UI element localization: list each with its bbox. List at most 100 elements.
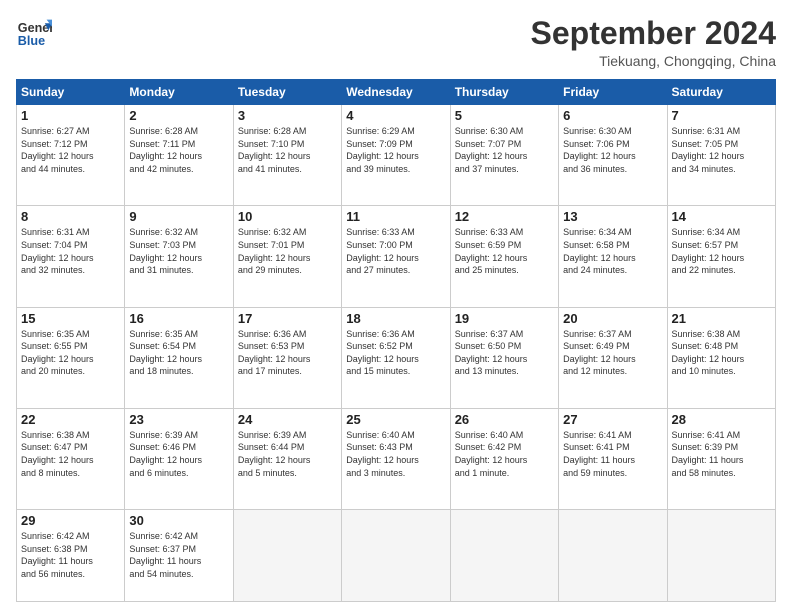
day-info: Sunrise: 6:39 AMSunset: 6:46 PMDaylight:… [129, 429, 228, 479]
day-number: 10 [238, 209, 337, 224]
table-row: 27Sunrise: 6:41 AMSunset: 6:41 PMDayligh… [559, 408, 667, 509]
table-row: 21 Sunrise: 6:38 AMSunset: 6:48 PMDayligh… [667, 307, 775, 408]
header: General Blue September 2024 Tiekuang, Ch… [16, 16, 776, 69]
table-row: 24Sunrise: 6:39 AMSunset: 6:44 PMDayligh… [233, 408, 341, 509]
page: General Blue September 2024 Tiekuang, Ch… [0, 0, 792, 612]
day-info: Sunrise: 6:28 AMSunset: 7:11 PMDaylight:… [129, 125, 228, 175]
table-row: 18 Sunrise: 6:36 AMSunset: 6:52 PMDayligh… [342, 307, 450, 408]
day-number: 13 [563, 209, 662, 224]
day-info: Sunrise: 6:29 AMSunset: 7:09 PMDaylight:… [346, 125, 445, 175]
col-wednesday: Wednesday [342, 80, 450, 105]
day-number: 7 [672, 108, 771, 123]
day-number: 6 [563, 108, 662, 123]
day-info: Sunrise: 6:30 AMSunset: 7:06 PMDaylight:… [563, 125, 662, 175]
day-info: Sunrise: 6:37 AMSunset: 6:49 PMDaylight:… [563, 328, 662, 378]
table-row: 14 Sunrise: 6:34 AMSunset: 6:57 PMDayligh… [667, 206, 775, 307]
table-row: 20 Sunrise: 6:37 AMSunset: 6:49 PMDayligh… [559, 307, 667, 408]
day-info: Sunrise: 6:34 AMSunset: 6:57 PMDaylight:… [672, 226, 771, 276]
col-tuesday: Tuesday [233, 80, 341, 105]
table-row: 28Sunrise: 6:41 AMSunset: 6:39 PMDayligh… [667, 408, 775, 509]
title-block: September 2024 Tiekuang, Chongqing, Chin… [531, 16, 776, 69]
day-info: Sunrise: 6:32 AMSunset: 7:01 PMDaylight:… [238, 226, 337, 276]
day-info: Sunrise: 6:35 AMSunset: 6:54 PMDaylight:… [129, 328, 228, 378]
week-row-3: 15Sunrise: 6:35 AMSunset: 6:55 PMDayligh… [17, 307, 776, 408]
day-number: 17 [238, 311, 337, 326]
day-info: Sunrise: 6:38 AMSunset: 6:48 PMDaylight:… [672, 328, 771, 378]
table-row: 7 Sunrise: 6:31 AMSunset: 7:05 PMDaylight… [667, 105, 775, 206]
day-number: 9 [129, 209, 228, 224]
month-title: September 2024 [531, 16, 776, 51]
table-row: 2 Sunrise: 6:28 AMSunset: 7:11 PMDaylight… [125, 105, 233, 206]
table-row [233, 510, 341, 602]
day-info: Sunrise: 6:41 AMSunset: 6:39 PMDaylight:… [672, 429, 771, 479]
logo-icon: General Blue [16, 16, 52, 52]
location: Tiekuang, Chongqing, China [531, 53, 776, 69]
day-info: Sunrise: 6:31 AMSunset: 7:05 PMDaylight:… [672, 125, 771, 175]
table-row: 1 Sunrise: 6:27 AMSunset: 7:12 PMDaylight… [17, 105, 125, 206]
day-info: Sunrise: 6:27 AMSunset: 7:12 PMDaylight:… [21, 125, 120, 175]
day-number: 29 [21, 513, 120, 528]
header-row: Sunday Monday Tuesday Wednesday Thursday… [17, 80, 776, 105]
day-info: Sunrise: 6:34 AMSunset: 6:58 PMDaylight:… [563, 226, 662, 276]
table-row: 13 Sunrise: 6:34 AMSunset: 6:58 PMDayligh… [559, 206, 667, 307]
day-info: Sunrise: 6:33 AMSunset: 7:00 PMDaylight:… [346, 226, 445, 276]
day-number: 27 [563, 412, 662, 427]
col-monday: Monday [125, 80, 233, 105]
table-row: 8 Sunrise: 6:31 AMSunset: 7:04 PMDaylight… [17, 206, 125, 307]
day-number: 11 [346, 209, 445, 224]
table-row: 29 Sunrise: 6:42 AMSunset: 6:38 PMDayligh… [17, 510, 125, 602]
day-info: Sunrise: 6:38 AMSunset: 6:47 PMDaylight:… [21, 429, 120, 479]
day-number: 8 [21, 209, 120, 224]
day-info: Sunrise: 6:30 AMSunset: 7:07 PMDaylight:… [455, 125, 554, 175]
table-row: 10 Sunrise: 6:32 AMSunset: 7:01 PMDayligh… [233, 206, 341, 307]
day-number: 18 [346, 311, 445, 326]
day-number: 23 [129, 412, 228, 427]
day-info: Sunrise: 6:40 AMSunset: 6:42 PMDaylight:… [455, 429, 554, 479]
day-number: 22 [21, 412, 120, 427]
week-row-4: 22 Sunrise: 6:38 AMSunset: 6:47 PMDayligh… [17, 408, 776, 509]
day-number: 20 [563, 311, 662, 326]
day-info: Sunrise: 6:36 AMSunset: 6:53 PMDaylight:… [238, 328, 337, 378]
week-row-1: 1 Sunrise: 6:27 AMSunset: 7:12 PMDaylight… [17, 105, 776, 206]
day-number: 26 [455, 412, 554, 427]
day-number: 4 [346, 108, 445, 123]
table-row [342, 510, 450, 602]
day-number: 12 [455, 209, 554, 224]
svg-text:Blue: Blue [18, 34, 45, 48]
col-friday: Friday [559, 80, 667, 105]
day-number: 25 [346, 412, 445, 427]
day-number: 3 [238, 108, 337, 123]
day-info: Sunrise: 6:36 AMSunset: 6:52 PMDaylight:… [346, 328, 445, 378]
col-saturday: Saturday [667, 80, 775, 105]
day-number: 30 [129, 513, 228, 528]
day-number: 16 [129, 311, 228, 326]
col-thursday: Thursday [450, 80, 558, 105]
day-info: Sunrise: 6:31 AMSunset: 7:04 PMDaylight:… [21, 226, 120, 276]
table-row: 23 Sunrise: 6:39 AMSunset: 6:46 PMDayligh… [125, 408, 233, 509]
day-info: Sunrise: 6:40 AMSunset: 6:43 PMDaylight:… [346, 429, 445, 479]
table-row: 26 Sunrise: 6:40 AMSunset: 6:42 PMDayligh… [450, 408, 558, 509]
day-number: 5 [455, 108, 554, 123]
table-row [450, 510, 558, 602]
day-number: 1 [21, 108, 120, 123]
table-row: 17 Sunrise: 6:36 AMSunset: 6:53 PMDayligh… [233, 307, 341, 408]
table-row [667, 510, 775, 602]
table-row: 22 Sunrise: 6:38 AMSunset: 6:47 PMDayligh… [17, 408, 125, 509]
table-row: 9 Sunrise: 6:32 AMSunset: 7:03 PMDaylight… [125, 206, 233, 307]
day-number: 14 [672, 209, 771, 224]
calendar-table: Sunday Monday Tuesday Wednesday Thursday… [16, 79, 776, 602]
day-number: 21 [672, 311, 771, 326]
day-info: Sunrise: 6:28 AMSunset: 7:10 PMDaylight:… [238, 125, 337, 175]
day-number: 15 [21, 311, 120, 326]
day-info: Sunrise: 6:42 AMSunset: 6:38 PMDaylight:… [21, 530, 120, 580]
day-info: Sunrise: 6:42 AMSunset: 6:37 PMDaylight:… [129, 530, 228, 580]
day-number: 2 [129, 108, 228, 123]
day-info: Sunrise: 6:39 AMSunset: 6:44 PMDaylight:… [238, 429, 337, 479]
table-row: 11 Sunrise: 6:33 AMSunset: 7:00 PMDayligh… [342, 206, 450, 307]
table-row: 3 Sunrise: 6:28 AMSunset: 7:10 PMDaylight… [233, 105, 341, 206]
table-row: 5 Sunrise: 6:30 AMSunset: 7:07 PMDaylight… [450, 105, 558, 206]
day-info: Sunrise: 6:32 AMSunset: 7:03 PMDaylight:… [129, 226, 228, 276]
table-row: 30 Sunrise: 6:42 AMSunset: 6:37 PMDayligh… [125, 510, 233, 602]
logo: General Blue [16, 16, 52, 52]
day-number: 19 [455, 311, 554, 326]
